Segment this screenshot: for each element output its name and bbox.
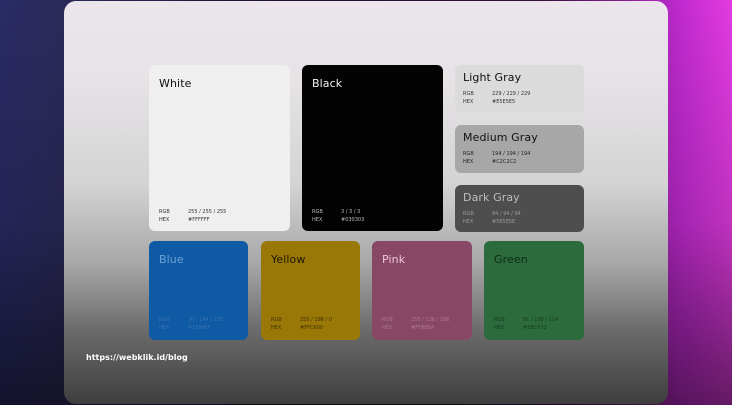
rgb-value: 94 / 94 / 94 xyxy=(492,211,521,217)
rgb-value: 255 / 198 / 0 xyxy=(300,317,332,323)
swatch-values: RGB 255 / 255 / 255 HEX #FFFFFF xyxy=(159,209,227,223)
swatch-values: RGB 194 / 194 / 194 HEX #C2C2C2 xyxy=(463,151,531,165)
hex-value: #E5E5E5 xyxy=(492,99,516,105)
hex-value: #FFFFFF xyxy=(188,217,210,223)
rgb-value: 255 / 136 / 186 xyxy=(411,317,450,323)
swatch-values: RGB 255 / 198 / 0 HEX #FFC600 xyxy=(271,317,332,331)
swatch-blue: Blue RGB 30 / 144 / 255 HEX #1E90FF xyxy=(149,241,248,340)
rgb-value: 30 / 144 / 255 xyxy=(188,317,224,323)
hex-value: #C2C2C2 xyxy=(492,159,517,165)
swatch-dark-gray: Dark Gray RGB 94 / 94 / 94 HEX #5E5E5E xyxy=(455,185,584,232)
swatch-name: Pink xyxy=(382,253,406,266)
hex-value: #5E5E5E xyxy=(492,219,516,225)
swatch-values: RGB 94 / 94 / 94 HEX #5E5E5E xyxy=(463,211,521,225)
swatch-white: White RGB 255 / 255 / 255 HEX #FFFFFF xyxy=(149,65,290,231)
hex-value: #FFC600 xyxy=(300,325,323,331)
swatch-values: RGB 229 / 229 / 229 HEX #E5E5E5 xyxy=(463,91,531,105)
swatch-values: RGB 30 / 144 / 255 HEX #1E90FF xyxy=(159,317,224,331)
hex-value: #FF88BA xyxy=(411,325,435,331)
swatch-values: RGB 255 / 136 / 186 HEX #FF88BA xyxy=(382,317,450,331)
palette-panel: White RGB 255 / 255 / 255 HEX #FFFFFF Blac… xyxy=(64,1,668,404)
rgb-value: 194 / 194 / 194 xyxy=(492,151,531,157)
hex-value: #1E90FF xyxy=(188,325,211,331)
swatch-values: RGB 3 / 3 / 3 HEX #030303 xyxy=(312,209,365,223)
swatch-name: Light Gray xyxy=(463,71,522,84)
rgb-value: 255 / 255 / 255 xyxy=(188,209,227,215)
swatch-black: Black RGB 3 / 3 / 3 HEX #030303 xyxy=(302,65,443,231)
swatch-name: Yellow xyxy=(271,253,306,266)
swatch-name: Medium Gray xyxy=(463,131,538,144)
swatch-medium-gray: Medium Gray RGB 194 / 194 / 194 HEX #C2C2C… xyxy=(455,125,584,173)
swatch-values: RGB 91 / 198 / 114 HEX #5BC672 xyxy=(494,317,559,331)
swatch-name: White xyxy=(159,77,192,90)
hex-value: #5BC672 xyxy=(523,325,547,331)
hex-value: #030303 xyxy=(341,217,365,223)
swatch-pink: Pink RGB 255 / 136 / 186 HEX #FF88BA xyxy=(372,241,472,340)
swatch-name: Dark Gray xyxy=(463,191,520,204)
rgb-value: 3 / 3 / 3 xyxy=(341,209,361,215)
swatch-green: Green RGB 91 / 198 / 114 HEX #5BC672 xyxy=(484,241,584,340)
rgb-value: 91 / 198 / 114 xyxy=(523,317,559,323)
swatch-light-gray: Light Gray RGB 229 / 229 / 229 HEX #E5E5E5 xyxy=(455,65,584,113)
blog-url-link[interactable]: https://webklik.id/blog xyxy=(86,353,188,362)
rgb-value: 229 / 229 / 229 xyxy=(492,91,531,97)
swatch-name: Blue xyxy=(159,253,184,266)
swatch-name: Black xyxy=(312,77,343,90)
swatch-yellow: Yellow RGB 255 / 198 / 0 HEX #FFC600 xyxy=(261,241,360,340)
swatch-name: Green xyxy=(494,253,528,266)
